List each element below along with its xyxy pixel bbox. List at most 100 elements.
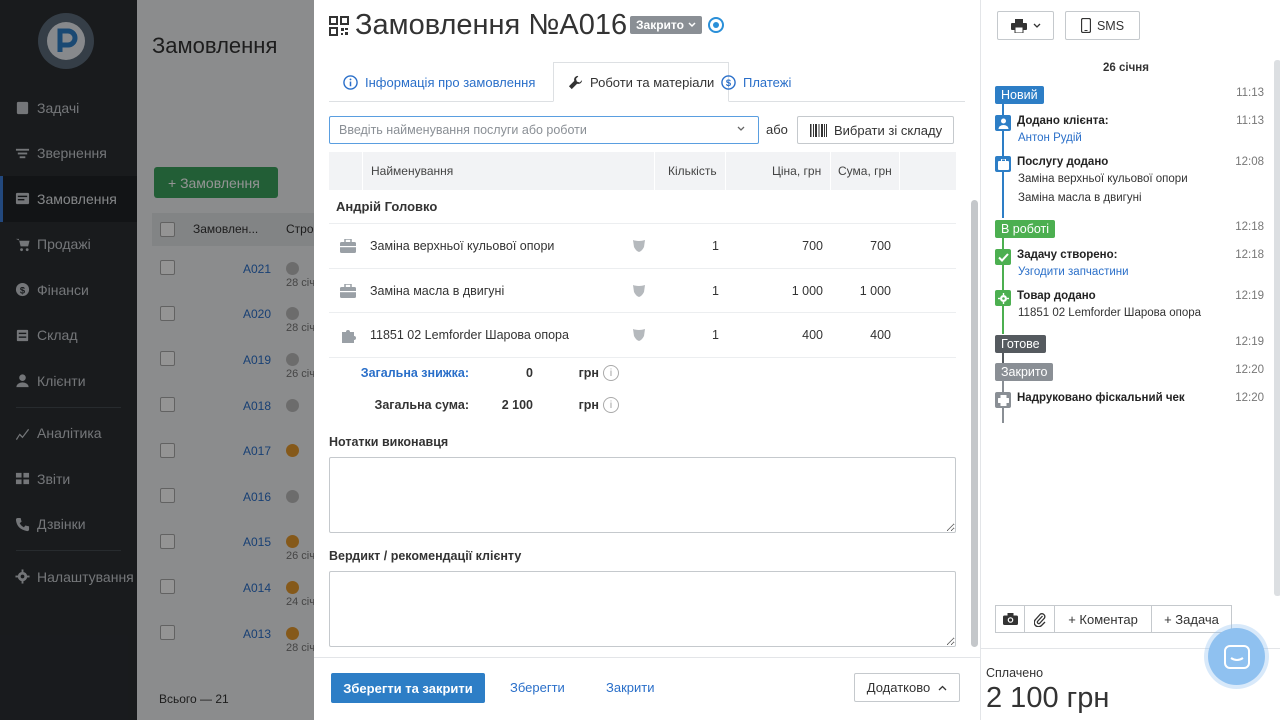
barcode-icon: [810, 123, 827, 137]
chat-widget-button[interactable]: [1208, 628, 1265, 685]
save-button[interactable]: Зберегти: [510, 680, 565, 695]
watch-toggle[interactable]: [708, 17, 724, 33]
button-label: Вибрати зі складу: [834, 122, 943, 138]
receipt-printed-icon: [995, 392, 1011, 408]
select-from-stock-button[interactable]: Вибрати зі складу: [797, 116, 954, 144]
event-line: Заміна верхньої кульової опори: [1018, 173, 1188, 185]
event-title: Додано клієнта:: [1017, 115, 1109, 127]
event-time: 12:18: [1235, 221, 1264, 233]
qr-code-icon[interactable]: [329, 16, 349, 36]
shield-icon[interactable]: [632, 313, 646, 357]
executor-notes-textarea[interactable]: [329, 457, 956, 533]
status-badge-new: Новий: [995, 86, 1044, 104]
puzzle-icon: [340, 313, 356, 357]
sms-button[interactable]: SMS: [1065, 11, 1140, 40]
mobile-phone-icon: [1080, 18, 1091, 33]
event-title: Послугу додано: [1017, 156, 1109, 168]
event-time: 12:19: [1235, 336, 1264, 348]
modal-scrollbar[interactable]: [971, 200, 978, 647]
item-price[interactable]: 400: [729, 313, 823, 357]
wrench-icon: [568, 75, 583, 89]
table-row[interactable]: Заміна масла в двигуні 1 1 000 1 000: [329, 269, 956, 313]
item-sum: 400: [870, 328, 891, 342]
currency-label: грн: [578, 398, 599, 412]
panel-scrollbar[interactable]: [1274, 60, 1280, 596]
timeline-date: 26 січня: [1103, 62, 1149, 74]
discount-value: 0: [526, 366, 533, 380]
event-line: Заміна масла в двигуні: [1018, 192, 1142, 204]
column-qty: Кількість: [668, 164, 717, 178]
info-icon[interactable]: i: [603, 397, 619, 413]
currency-label: грн: [578, 366, 599, 380]
verdict-textarea[interactable]: [329, 571, 956, 647]
event-time: 12:08: [1235, 156, 1264, 168]
print-dropdown-button[interactable]: [997, 11, 1054, 40]
button-label: Додатково: [866, 680, 931, 695]
tab-label: Платежі: [743, 74, 792, 90]
task-link[interactable]: Узгодити запчастини: [1018, 266, 1129, 278]
column-sum: Сума, грн: [838, 164, 892, 178]
or-label: або: [766, 122, 788, 137]
shield-icon[interactable]: [632, 224, 646, 268]
totals-block: Загальна знижка: 0 грн i Загальна сума: …: [329, 362, 649, 426]
column-price: Ціна, грн: [772, 164, 822, 178]
tab-label: Роботи та матеріали: [590, 74, 715, 90]
status-dropdown[interactable]: Закрито: [630, 16, 702, 34]
verdict-label: Вердикт / рекомендації клієнту: [329, 549, 522, 563]
button-label: SMS: [1096, 18, 1125, 33]
column-name: Найменування: [371, 164, 454, 178]
camera-button[interactable]: [995, 605, 1025, 633]
item-sum: 700: [870, 239, 891, 253]
event-title: Товар додано: [1017, 290, 1096, 302]
total-label: Загальна сума:: [374, 398, 469, 412]
add-comment-button[interactable]: + Коментар: [1054, 605, 1152, 633]
event-time: 11:13: [1236, 115, 1264, 127]
item-qty[interactable]: 1: [684, 224, 719, 268]
modal-footer: Зберегти та закрити Зберегти Закрити Дод…: [314, 657, 980, 720]
event-time: 12:19: [1235, 290, 1264, 302]
paid-value: 2 100 грн: [986, 682, 1110, 714]
chevron-down-icon[interactable]: [736, 124, 746, 134]
notes-label: Нотатки виконавця: [329, 435, 449, 449]
product-added-icon: [995, 290, 1011, 306]
item-sum: 1 000: [859, 283, 891, 298]
more-button[interactable]: Додатково: [854, 673, 960, 702]
tab-works-materials[interactable]: Роботи та матеріали: [553, 62, 730, 102]
tab-order-info[interactable]: Інформація про замовлення: [343, 62, 535, 102]
item-price[interactable]: 700: [729, 224, 823, 268]
event-time: 12:20: [1235, 364, 1264, 376]
briefcase-icon: [340, 224, 356, 268]
history-panel: SMS 26 січня Новий 11:13 Додано клієнта:…: [980, 0, 1280, 720]
item-name: Заміна масла в двигуні: [370, 283, 505, 298]
service-search-input[interactable]: [329, 116, 759, 144]
item-price[interactable]: 1 000: [729, 269, 823, 313]
executor-group: Андрій Головко: [329, 190, 956, 224]
tab-payments[interactable]: $ Платежі: [721, 62, 791, 102]
info-icon: [343, 74, 358, 90]
table-row[interactable]: 11851 02 Lemforder Шарова опора 1 400 40…: [329, 313, 956, 358]
shield-icon[interactable]: [632, 269, 646, 313]
modal-overlay[interactable]: [0, 0, 314, 720]
table-row[interactable]: Заміна верхньої кульової опори 1 700 700: [329, 224, 956, 269]
event-time: 12:18: [1235, 249, 1264, 261]
item-name: Заміна верхньої кульової опори: [370, 239, 555, 253]
printer-icon: [1010, 18, 1027, 33]
items-table: Найменування Кількість Ціна, грн Сума, г…: [329, 152, 956, 358]
item-qty[interactable]: 1: [684, 269, 719, 313]
save-and-close-button[interactable]: Зберегти та закрити: [331, 673, 485, 703]
item-qty[interactable]: 1: [684, 313, 719, 357]
attach-button[interactable]: [1024, 605, 1055, 633]
client-added-icon: [995, 115, 1011, 131]
chevron-down-icon: [1033, 23, 1040, 28]
add-task-button[interactable]: + Задача: [1151, 605, 1232, 633]
info-icon[interactable]: i: [603, 365, 619, 381]
event-title: Надруковано фіскальний чек: [1017, 392, 1185, 404]
order-tabs: Інформація про замовлення Роботи та мате…: [329, 62, 965, 102]
chevron-up-icon: [938, 685, 947, 690]
discount-label[interactable]: Загальна знижка:: [361, 366, 469, 380]
paid-label: Сплачено: [986, 666, 1044, 680]
client-link[interactable]: Антон Рудій: [1018, 132, 1082, 144]
close-button[interactable]: Закрити: [606, 680, 654, 695]
total-value: 2 100: [501, 398, 533, 412]
event-time: 11:13: [1236, 87, 1264, 99]
